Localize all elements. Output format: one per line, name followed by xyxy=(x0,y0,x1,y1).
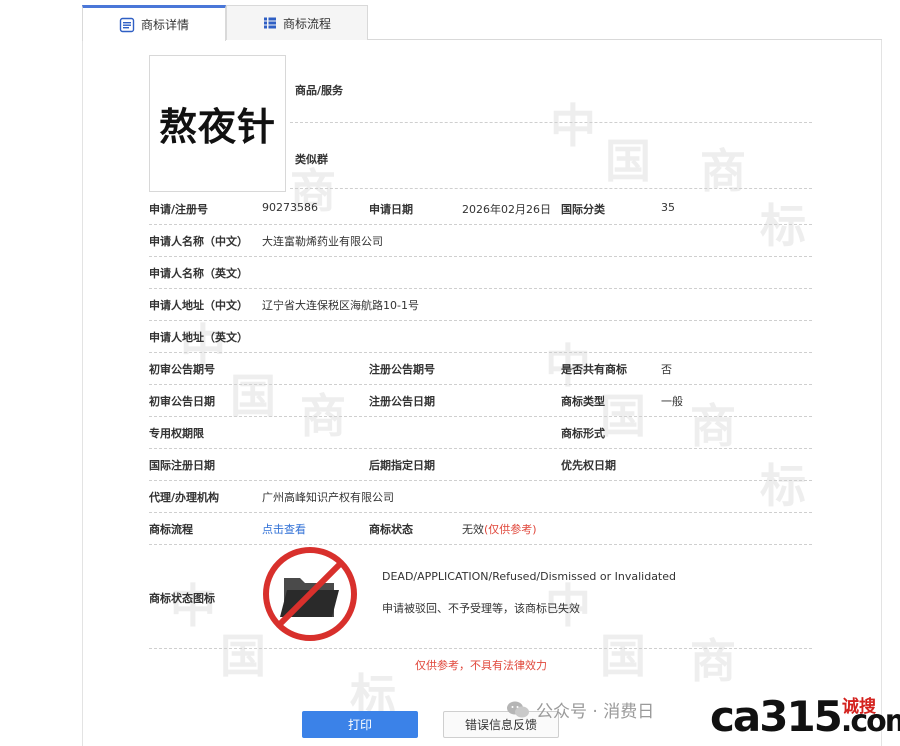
priority-date-label: 优先权日期 xyxy=(561,459,616,472)
status-value: 无效(仅供参考) xyxy=(462,521,537,537)
address-cn-value: 辽宁省大连保税区海航路10-1号 xyxy=(262,299,419,312)
invalid-folder-icon xyxy=(263,547,357,641)
divider xyxy=(149,352,812,353)
intl-class-value: 35 xyxy=(661,201,675,214)
agent-value: 广州高峰知识产权有限公司 xyxy=(262,491,394,504)
mark-type-label: 商标类型 xyxy=(561,395,605,408)
intl-reg-date-label: 国际注册日期 xyxy=(149,459,215,472)
status-icon-label: 商标状态图标 xyxy=(149,592,215,605)
prelim-date-label: 初审公告日期 xyxy=(149,395,215,408)
applicant-cn-label: 申请人名称（中文） xyxy=(149,235,248,248)
divider xyxy=(149,648,812,649)
tab-trademark-process[interactable]: 商标流程 xyxy=(226,5,368,40)
status-text: 无效 xyxy=(462,523,484,536)
legal-disclaimer: 仅供参考，不具有法律效力 xyxy=(415,659,547,672)
divider xyxy=(149,256,812,257)
wechat-watermark-text: 公众号 · 消费日 xyxy=(536,702,655,722)
mark-form-label: 商标形式 xyxy=(561,427,605,440)
divider xyxy=(290,122,812,123)
similar-group-label: 类似群 xyxy=(295,153,328,166)
shared-value: 否 xyxy=(661,363,672,376)
tab-label: 商标流程 xyxy=(282,16,331,31)
applicant-cn-value: 大连富勒烯药业有限公司 xyxy=(262,235,383,248)
reg-no-label: 申请/注册号 xyxy=(149,203,209,216)
reg-pub-date-label: 注册公告日期 xyxy=(369,395,435,408)
reg-pub-no-label: 注册公告期号 xyxy=(369,363,435,376)
shared-label: 是否共有商标 xyxy=(561,363,627,376)
wechat-icon xyxy=(507,701,529,717)
status-label: 商标状态 xyxy=(369,523,413,536)
term-label: 专用权期限 xyxy=(149,427,204,440)
mark-type-value: 一般 xyxy=(661,395,683,408)
tab-bar: 商标详情 商标流程 xyxy=(82,5,882,41)
list-icon xyxy=(263,17,276,29)
address-cn-label: 申请人地址（中文） xyxy=(149,299,248,312)
divider xyxy=(149,320,812,321)
address-en-label: 申请人地址（英文） xyxy=(149,331,248,344)
divider xyxy=(149,448,812,449)
status-note: (仅供参考) xyxy=(484,523,537,536)
divider xyxy=(290,188,812,189)
divider xyxy=(149,544,812,545)
wechat-watermark: 公众号 · 消费日 xyxy=(506,697,654,722)
trademark-name: 熬夜针 xyxy=(158,104,276,149)
prelim-no-label: 初审公告期号 xyxy=(149,363,215,376)
flow-label: 商标流程 xyxy=(149,523,193,536)
agent-label: 代理/办理机构 xyxy=(149,491,220,504)
status-description-cn: 申请被驳回、不予受理等，该商标已失效 xyxy=(382,602,580,615)
goods-services-label: 商品/服务 xyxy=(295,84,344,97)
tab-trademark-details[interactable]: 商标详情 xyxy=(82,5,226,41)
later-date-label: 后期指定日期 xyxy=(369,459,435,472)
app-date-value: 2026年02月26日 xyxy=(462,203,551,216)
status-description-en: DEAD/APPLICATION/Refused/Dismissed or In… xyxy=(382,570,676,583)
app-date-label: 申请日期 xyxy=(369,203,413,216)
applicant-en-label: 申请人名称（英文） xyxy=(149,267,248,280)
logo-cn: 诚搜 xyxy=(842,697,876,717)
view-flow-link[interactable]: 点击查看 xyxy=(262,521,306,537)
document-list-icon xyxy=(119,17,135,32)
site-logo: ca315.com 诚搜 xyxy=(710,690,900,744)
tab-label: 商标详情 xyxy=(140,18,189,32)
divider xyxy=(149,416,812,417)
divider xyxy=(149,384,812,385)
divider xyxy=(149,288,812,289)
trademark-image: 熬夜针 xyxy=(149,55,286,192)
print-button[interactable]: 打印 xyxy=(302,711,418,738)
intl-class-label: 国际分类 xyxy=(561,203,605,216)
divider xyxy=(149,224,812,225)
divider xyxy=(149,512,812,513)
reg-no-value: 90273586 xyxy=(262,201,318,214)
divider xyxy=(149,480,812,481)
